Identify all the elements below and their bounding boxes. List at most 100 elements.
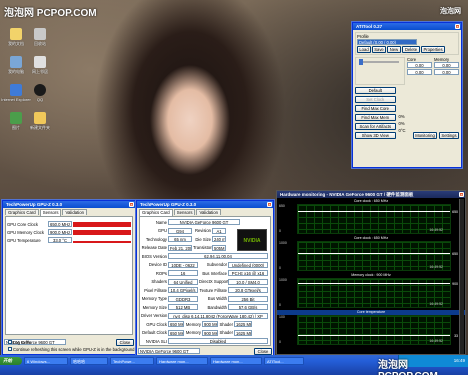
info-label: Bus Width: [207, 296, 227, 302]
taskbar-item[interactable]: Hardware mon...: [210, 357, 262, 365]
desktop-icon[interactable]: QQ: [20, 84, 60, 102]
graph-area: [297, 278, 451, 308]
find-max-mem-button[interactable]: Find Max Mem: [355, 114, 396, 121]
monitor-graph: Core clock : 650 MHz 1000 0 650 16:49:52: [277, 236, 465, 271]
info-value: 10.0 / SM4.0: [228, 278, 268, 285]
info-label: Revision: [194, 228, 211, 234]
gpuz-sensors-titlebar[interactable]: TechPowerUp GPU-Z 0.3.0 ×: [3, 201, 135, 208]
start-button[interactable]: 开始: [0, 357, 22, 365]
graph-line: [298, 252, 450, 254]
close-icon[interactable]: ×: [455, 24, 460, 29]
info-label: ROPs: [155, 270, 167, 276]
tab-graphics-card[interactable]: Graphics Card: [139, 209, 173, 216]
save-button[interactable]: Save: [372, 46, 386, 53]
taskbar-item[interactable]: 6 Windows...: [24, 357, 68, 365]
info-value: nv4_disp 6.14.11.8042 (ForceWare 180.42)…: [168, 312, 268, 319]
settings-button[interactable]: Settings: [439, 132, 459, 139]
core-slider[interactable]: [355, 57, 405, 85]
taskbar-item[interactable]: Hardware mon...: [156, 357, 208, 365]
tab-sensors[interactable]: Sensors: [173, 209, 196, 215]
tab-sensors[interactable]: Sensors: [39, 209, 62, 216]
watermark-badge: 泡泡网: [440, 8, 461, 15]
card-select[interactable]: NVIDIA GeForce 9600 GT: [138, 348, 200, 354]
graph-value: 900: [452, 281, 458, 286]
status-mem: 0%: [398, 121, 405, 126]
close-icon[interactable]: ×: [267, 202, 272, 207]
close-icon[interactable]: ×: [459, 192, 464, 197]
load-button[interactable]: Load: [357, 46, 371, 53]
continue-checkbox[interactable]: [8, 347, 12, 351]
info-value: 1625 MHz: [234, 321, 252, 328]
monitor-scrollbar[interactable]: [459, 199, 464, 354]
status-temp: 0°C: [398, 128, 406, 133]
status-core: 0%: [398, 114, 405, 119]
info-value: A1: [212, 227, 226, 234]
info-value: 505M: [212, 244, 226, 251]
set-clock-button[interactable]: Set Clock: [355, 96, 396, 103]
atitool-titlebar[interactable]: ATITool 0.27 ×: [353, 23, 461, 30]
info-label: Pixel Fillrate: [144, 287, 167, 293]
graph-top-label: 1000: [279, 278, 287, 282]
monitor-titlebar[interactable]: Hardware monitoring - NVIDIA GeForce 960…: [277, 191, 465, 198]
desktop-icon[interactable]: 新建文件夹: [20, 112, 60, 131]
info-value: Feb 21, 2008: [168, 244, 192, 251]
delete-button[interactable]: Delete: [402, 46, 420, 53]
info-value: 64 Unified: [168, 278, 198, 285]
core-field-2[interactable]: 0.00: [407, 69, 432, 75]
show-3d-view-button[interactable]: Show 3D View: [355, 132, 396, 139]
log-checkbox[interactable]: [8, 340, 12, 344]
properties-button[interactable]: Properties: [421, 46, 445, 53]
info-value: 10DE - 0622: [168, 261, 198, 268]
sensor-row: GPU Memory Clock 900.0 MHz: [6, 228, 132, 236]
tab-graphics-card[interactable]: Graphics Card: [5, 209, 39, 215]
info-label: Device ID: [148, 262, 167, 268]
gpu-info-row: GPU Clock650 MHzMemory900 MHzShader1625 …: [140, 320, 270, 329]
info-value: 62.94.11.00.04: [168, 253, 268, 260]
monitoring-button[interactable]: Monitoring: [413, 132, 437, 139]
info-label: NVIDIA SLI: [145, 338, 167, 344]
info-value: 900 MHz: [202, 329, 218, 336]
info-label: Memory Type: [141, 296, 167, 302]
memory-field[interactable]: 0.00: [434, 62, 459, 68]
close-icon[interactable]: ×: [129, 202, 134, 207]
info-label: Texture Fillrate: [199, 287, 227, 293]
desktop-icon[interactable]: 回收站: [20, 28, 60, 47]
info-value: 650 MHz: [168, 329, 184, 336]
core-field[interactable]: 0.00: [407, 62, 432, 68]
close-button[interactable]: Close: [254, 347, 272, 355]
default-button[interactable]: Default: [355, 87, 396, 94]
info-value: GDDR3: [168, 295, 198, 302]
graph-time: 16:49:52: [429, 339, 443, 343]
nvidia-logo: NVIDIA: [237, 229, 267, 251]
graph-bottom-label: 0: [279, 266, 281, 270]
tab-validation[interactable]: Validation: [196, 209, 222, 215]
tab-validation[interactable]: Validation: [62, 209, 88, 215]
info-label: Shaders: [151, 279, 167, 285]
info-value: NVIDIA GeForce 9600 GT: [168, 219, 240, 226]
scan-artifacts-button[interactable]: Scan for Artifacts: [355, 123, 396, 130]
taskbar-item[interactable]: 哈哈哈: [70, 357, 108, 365]
desktop-icon[interactable]: 网上邻居: [20, 56, 60, 75]
gpuz-main-titlebar[interactable]: TechPowerUp GPU-Z 0.3.0 ×: [137, 201, 273, 208]
info-value: 240 mm²: [212, 236, 226, 243]
info-value: 1625 MHz: [234, 329, 252, 336]
memory-field-2[interactable]: 0.00: [434, 69, 459, 75]
new-button[interactable]: New: [387, 46, 401, 53]
graph-area: [297, 204, 451, 234]
graph-time: 16:49:52: [429, 302, 443, 306]
profile-group: Profile Default (0.00 / 0.00) Load Save …: [355, 32, 459, 55]
graph-time: 16:49:52: [429, 228, 443, 232]
find-max-core-button[interactable]: Find Max Core: [355, 105, 396, 112]
info-value: 16: [168, 270, 198, 277]
graph-time: 16:49:52: [429, 265, 443, 269]
graph-bottom-label: 0: [279, 340, 281, 344]
gpu-info-row: Shaders 64 Unified DirectX Support 10.0 / S…: [140, 278, 270, 287]
info-label: Die Size: [195, 236, 211, 242]
info-label: DirectX Support: [199, 279, 229, 285]
watermark-top-left: 泡泡网 PCPOP.COM: [4, 8, 97, 19]
info-label: Subvendor: [206, 262, 227, 268]
info-label: Memory Size: [142, 304, 167, 310]
taskbar-item[interactable]: ATITool...: [264, 357, 304, 365]
taskbar-item[interactable]: TechPowe...: [110, 357, 154, 365]
profile-select[interactable]: Default (0.00 / 0.00): [357, 39, 417, 45]
